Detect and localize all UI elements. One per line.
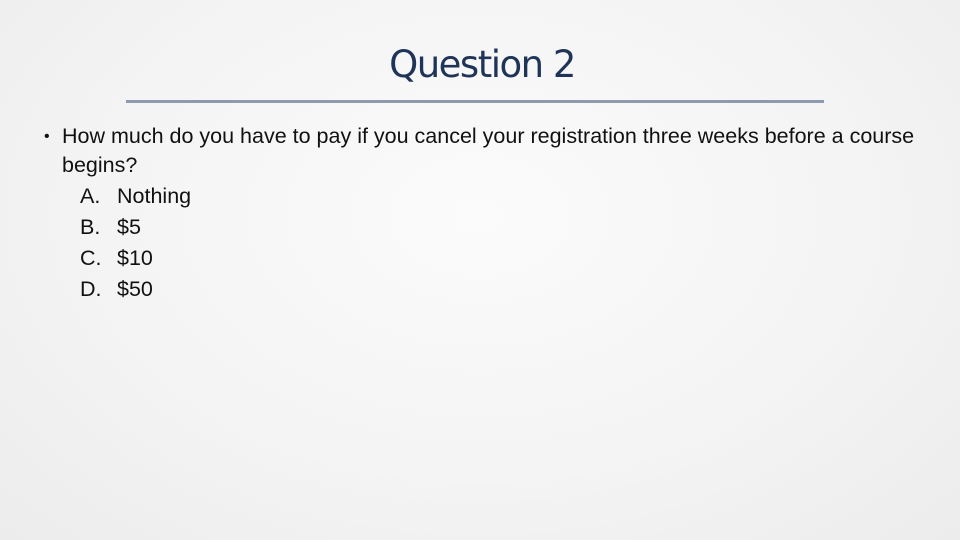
option-text: $50 [117,277,153,301]
option-d: D. $50 [80,274,191,305]
answer-options: A. Nothing B. $5 C. $10 D. $50 [80,181,191,305]
question-bullet: • How much do you have to pay if you can… [44,122,934,180]
slide: Question 2 • How much do you have to pay… [0,0,960,540]
option-b: B. $5 [80,212,191,243]
question-text: How much do you have to pay if you cance… [62,124,915,177]
option-letter: D. [80,277,102,301]
option-text: $5 [117,215,141,239]
option-text: $10 [117,246,153,270]
option-a: A. Nothing [80,181,191,212]
title-divider [126,100,824,103]
option-letter: B. [80,215,101,239]
slide-title: Question 2 [389,43,576,86]
option-letter: A. [80,184,101,208]
option-c: C. $10 [80,243,191,274]
bullet-icon: • [44,128,50,145]
option-text: Nothing [117,184,192,208]
option-letter: C. [80,246,102,270]
